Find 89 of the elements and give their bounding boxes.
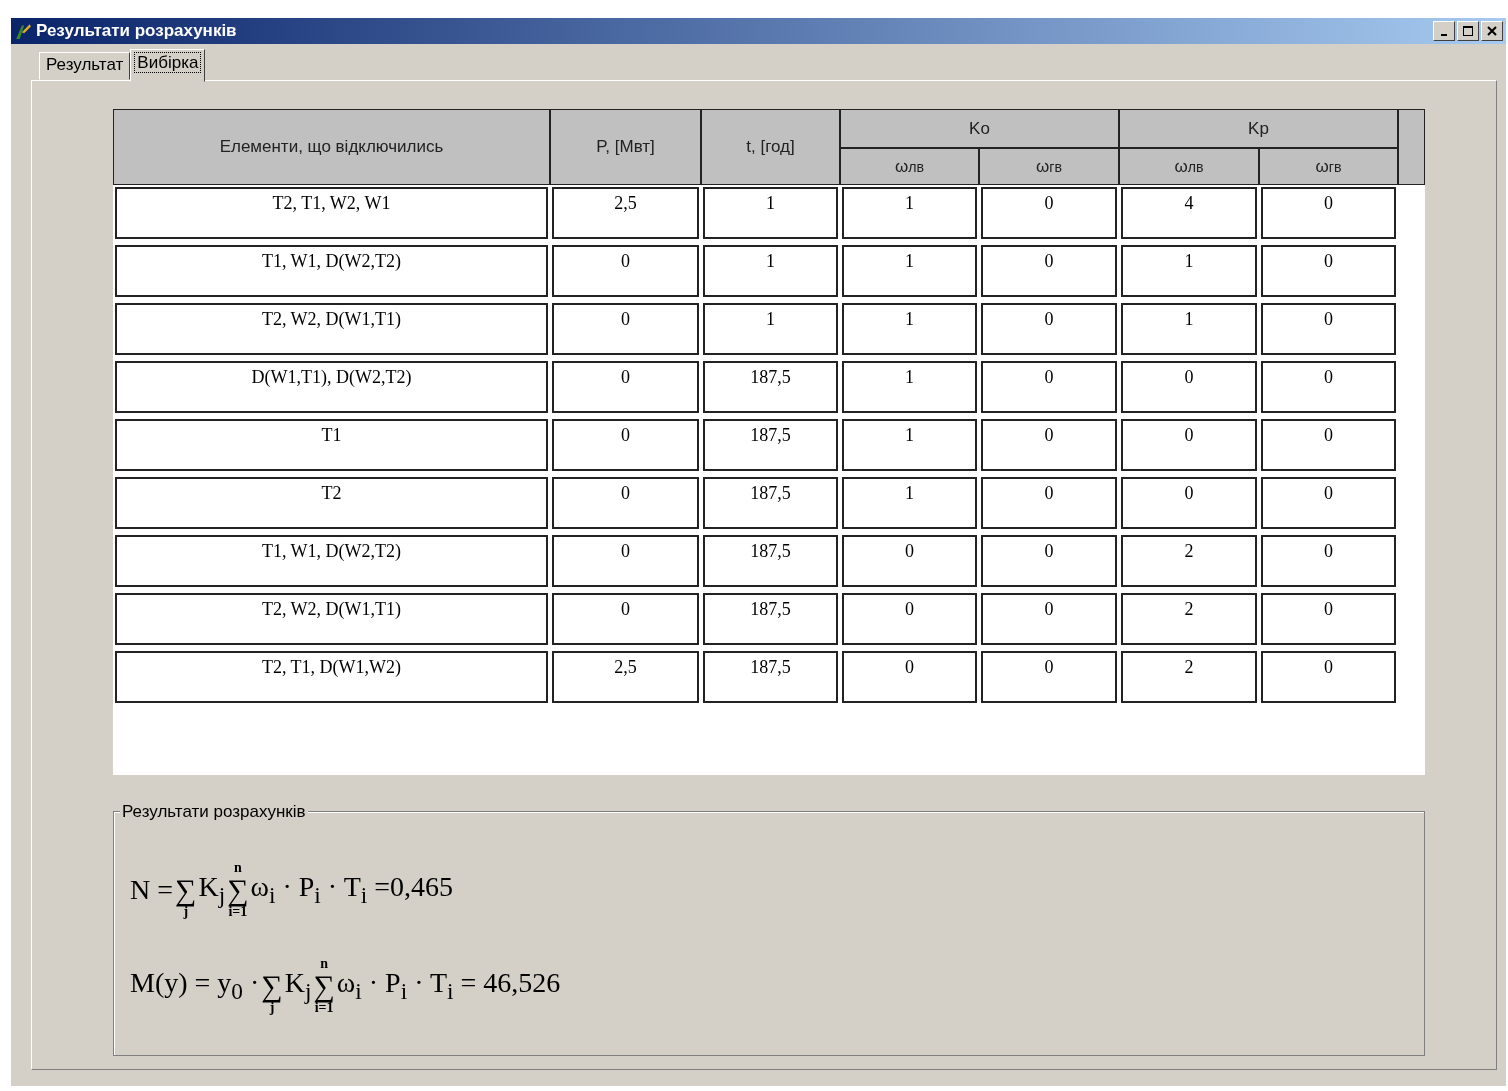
table-cell: 0 [1121, 477, 1257, 529]
table-cell: 1 [842, 303, 977, 355]
table-cell: 0 [981, 187, 1117, 239]
tab[interactable]: Результат [39, 52, 131, 80]
table-cell: T1, W1, D(W2,T2) [115, 535, 548, 587]
table-cell: 0 [552, 593, 699, 645]
column-header[interactable]: Елементи, що відключились [113, 109, 550, 185]
table-cell: 0 [981, 245, 1117, 297]
table-cell: 1 [703, 303, 838, 355]
table-cell: T2, T1, D(W1,W2) [115, 651, 548, 703]
table-cell: 187,5 [703, 651, 838, 703]
table-cell: 0 [981, 651, 1117, 703]
table-cell: 2,5 [552, 187, 699, 239]
table-cell: 0 [1261, 651, 1396, 703]
table-cell: 0 [981, 477, 1117, 529]
table-cell: 0 [1261, 419, 1396, 471]
table-cell: T1 [115, 419, 548, 471]
table-cell: 0 [1261, 361, 1396, 413]
table-cell: 187,5 [703, 361, 838, 413]
table-cell: 2 [1121, 651, 1257, 703]
table-cell: 0 [1261, 187, 1396, 239]
table-cell: T2 [115, 477, 548, 529]
formula-text: ω$_{i}$ · P$_{i}$ · T$_{i}$ =0,465 [250, 871, 454, 909]
column-header[interactable]: t, [год] [701, 109, 840, 185]
column-header[interactable]: Kp [1119, 109, 1398, 148]
table-cell: 1 [842, 187, 977, 239]
summation-sign: ∑ j [175, 872, 197, 919]
table-cell: 1 [703, 187, 838, 239]
table-cell: 0 [981, 303, 1117, 355]
table-cell: 2,5 [552, 651, 699, 703]
table-cell: 0 [1261, 535, 1396, 587]
table-cell: 0 [981, 593, 1117, 645]
table-cell: 0 [1261, 303, 1396, 355]
close-icon [1487, 26, 1497, 36]
table-cell: 187,5 [703, 593, 838, 645]
table-cell: 0 [552, 245, 699, 297]
summation-sign: n ∑ i=1 [227, 861, 249, 919]
table-cell: 1 [1121, 303, 1257, 355]
table-cell: 2 [1121, 593, 1257, 645]
table-cell: 0 [552, 361, 699, 413]
formula-text: K$_{j}$ [198, 871, 226, 909]
table-cell: 2 [1121, 535, 1257, 587]
table-cell: 0 [552, 535, 699, 587]
column-header[interactable]: P, [Мвт] [550, 109, 701, 185]
table-cell: T1, W1, D(W2,T2) [115, 245, 548, 297]
maximize-icon [1463, 26, 1473, 36]
formula-text: ω$_{i}$ · P$_{i}$ · T$_{i}$ = 46,526 [336, 967, 561, 1005]
table-cell: 0 [552, 419, 699, 471]
table-cell: 0 [1261, 477, 1396, 529]
table-cell: T2, T1, W2, W1 [115, 187, 548, 239]
formula-text: N = [130, 874, 173, 906]
table-cell: 1 [842, 477, 977, 529]
summation-sign: n ∑ i=1 [313, 957, 335, 1015]
column-header[interactable]: Ko [840, 109, 1119, 148]
tab[interactable]: Вибірка [130, 49, 206, 82]
table-cell: 0 [1121, 361, 1257, 413]
table-cell: 187,5 [703, 477, 838, 529]
table-cell: 1 [842, 361, 977, 413]
table-cell: 0 [552, 303, 699, 355]
table-cell: 1 [1121, 245, 1257, 297]
formula-text: M(y) = y$_{0}$ · [130, 967, 260, 1005]
minimize-icon [1441, 34, 1447, 36]
table-cell: D(W1,T1), D(W2,T2) [115, 361, 548, 413]
table-cell: 0 [981, 419, 1117, 471]
minimize-button[interactable] [1433, 21, 1455, 41]
table-cell: 0 [842, 593, 977, 645]
table-cell: 0 [552, 477, 699, 529]
table-cell: T2, W2, D(W1,T1) [115, 303, 548, 355]
maximize-button[interactable] [1457, 21, 1479, 41]
table-cell: 0 [981, 361, 1117, 413]
summation-sign: ∑ j [261, 968, 283, 1015]
table-cell: 0 [842, 535, 977, 587]
table-cell: 187,5 [703, 535, 838, 587]
table-cell: 0 [981, 535, 1117, 587]
group-title: Результати розрахунків [120, 802, 308, 822]
table-cell: 1 [703, 245, 838, 297]
table-cell: 0 [1261, 593, 1396, 645]
table-cell: 1 [842, 245, 977, 297]
table-cell: T2, W2, D(W1,T1) [115, 593, 548, 645]
formula-text: K$_{j}$ [284, 967, 312, 1005]
table-cell: 0 [842, 651, 977, 703]
window-title: Результати розрахунків [36, 21, 237, 41]
app-icon [14, 22, 32, 40]
close-button[interactable] [1481, 21, 1503, 41]
table-cell: 4 [1121, 187, 1257, 239]
table-cell: 0 [1261, 245, 1396, 297]
table-cell: 0 [1121, 419, 1257, 471]
table-cell: 187,5 [703, 419, 838, 471]
table-cell: 1 [842, 419, 977, 471]
